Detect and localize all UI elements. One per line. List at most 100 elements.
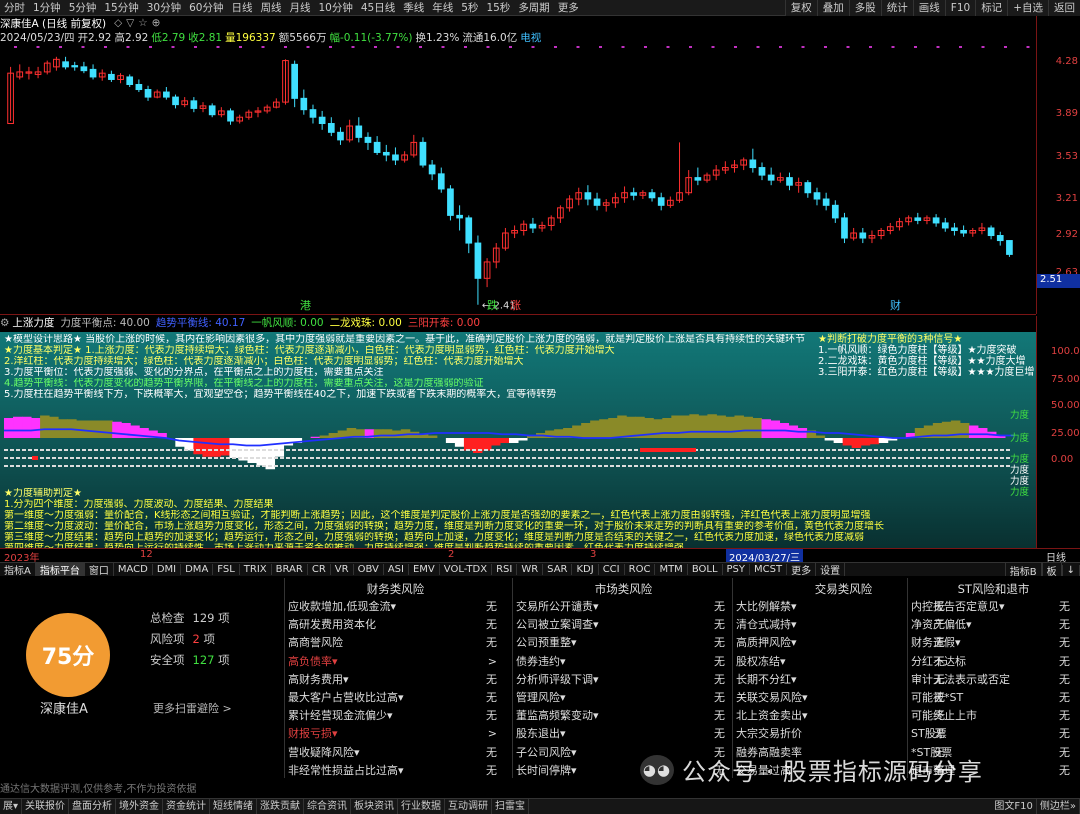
risk-row[interactable]: 内控报告否定意见▾ 无 — [911, 598, 1076, 616]
period-tab[interactable]: 10分钟 — [315, 0, 357, 15]
risk-row[interactable]: 非经常性损益占比过高▾ 无 — [288, 762, 503, 780]
status-item[interactable]: 盘面分析 — [69, 799, 117, 814]
star-icon[interactable]: ☆ — [138, 17, 147, 29]
status-right-item[interactable]: 图文F10 — [991, 799, 1037, 814]
status-right-item[interactable]: 侧边栏» — [1037, 799, 1080, 814]
diamond-icon[interactable]: ◇ — [114, 17, 122, 29]
event-tag[interactable]: 财 — [890, 298, 901, 312]
indicator-tab[interactable]: MACD — [114, 564, 153, 575]
period-tab[interactable]: 15分钟 — [100, 0, 142, 15]
risk-row[interactable]: 净资产偏低▾ 无 — [911, 616, 1076, 634]
event-tag[interactable]: 港 — [300, 299, 311, 312]
indicator-tab[interactable]: FSL — [213, 564, 240, 575]
indicator-tab[interactable]: DMI — [153, 564, 182, 575]
status-item[interactable]: 展▾ — [0, 799, 23, 814]
toolbar-button[interactable]: F10 — [944, 0, 975, 16]
risk-row[interactable]: ST股票 无 — [911, 725, 1076, 743]
status-item[interactable]: 资金统计 — [163, 799, 211, 814]
indicator-tab[interactable]: OBV — [354, 564, 384, 575]
indicator-tab[interactable]: DMA — [181, 564, 214, 575]
period-tab[interactable]: 季线 — [399, 0, 428, 15]
status-item[interactable]: 短线情绪 — [210, 799, 258, 814]
indicator-tab[interactable]: SAR — [543, 564, 573, 575]
event-tag[interactable]: 涨 — [510, 299, 521, 312]
period-tab[interactable]: 日线 — [228, 0, 257, 15]
indicator-tab[interactable]: VR — [331, 564, 354, 575]
risk-row[interactable]: 最大客户占营收比过高▾ 无 — [288, 689, 503, 707]
risk-row[interactable]: 可能被*ST 无 — [911, 689, 1076, 707]
indicator-tab[interactable]: PSY — [723, 564, 751, 575]
indicator-tab[interactable]: ROC — [625, 564, 656, 575]
toolbar-button[interactable]: 统计 — [880, 0, 913, 16]
risk-row[interactable]: 董监高频繁变动▾ 无 — [516, 707, 731, 725]
risk-row[interactable]: 高负债率▾ > — [288, 653, 503, 671]
toolbar-button[interactable]: +自选 — [1007, 0, 1048, 16]
period-tab[interactable]: 多周期 — [514, 0, 554, 15]
risk-row[interactable]: 高商誉风险 无 — [288, 634, 503, 652]
status-item[interactable]: 互动调研 — [445, 799, 493, 814]
indicator-tab[interactable]: 指标A — [0, 563, 36, 576]
period-tab[interactable]: 5分钟 — [65, 0, 101, 15]
status-item[interactable]: 行业数据 — [398, 799, 446, 814]
period-tab[interactable]: 年线 — [428, 0, 457, 15]
indicator-tab[interactable]: TRIX — [240, 564, 272, 575]
period-tab[interactable]: 45日线 — [357, 0, 399, 15]
risk-row[interactable]: 高研发费用资本化 无 — [288, 616, 503, 634]
period-tab[interactable]: 月线 — [286, 0, 315, 15]
indicator-tab[interactable]: WR — [517, 564, 544, 575]
risk-row[interactable]: 股东退出▾ 无 — [516, 725, 731, 743]
toolbar-button[interactable]: 多股 — [848, 0, 881, 16]
indicator-tab[interactable]: EMV — [409, 564, 440, 575]
toolbar-button[interactable]: 返回 — [1048, 0, 1080, 16]
period-tab[interactable]: 60分钟 — [185, 0, 227, 15]
risk-row[interactable]: 公司预重整▾ 无 — [516, 634, 731, 652]
risk-row[interactable]: 财报亏损▾ > — [288, 725, 503, 743]
risk-row[interactable]: 累计经营现金流偏少▾ 无 — [288, 707, 503, 725]
status-item[interactable]: 境外资金 — [116, 799, 164, 814]
candlestick-chart[interactable]: ← 2.41港跌涨财 — [0, 44, 1036, 312]
period-tab[interactable]: 分时 — [0, 0, 29, 15]
triangle-down-icon[interactable]: ▽ — [126, 17, 134, 29]
indicator-tab[interactable]: VOL-TDX — [440, 564, 493, 575]
indicator-tab[interactable]: BRAR — [272, 564, 308, 575]
indicator-name[interactable]: 上涨力度 — [12, 315, 54, 330]
status-item[interactable]: 关联报价 — [22, 799, 70, 814]
period-tab[interactable]: 15秒 — [482, 0, 514, 15]
period-tab[interactable]: 1分钟 — [29, 0, 65, 15]
indicator-tab-right[interactable]: 指标B — [1004, 563, 1042, 576]
toolbar-button[interactable]: 标记 — [975, 0, 1007, 16]
risk-row[interactable]: 公司被立案调查▾ 无 — [516, 616, 731, 634]
status-item[interactable]: 综合资讯 — [304, 799, 352, 814]
period-tab[interactable]: 5秒 — [457, 0, 482, 15]
indicator-tab[interactable]: CCI — [599, 564, 625, 575]
toolbar-button[interactable]: 画线 — [912, 0, 945, 16]
period-tab[interactable]: 更多 — [554, 0, 583, 15]
risk-row[interactable]: 审计无法表示或否定 无 — [911, 671, 1076, 689]
indicator-tab[interactable]: 设置 — [816, 563, 846, 576]
indicator-tab-right[interactable]: ↓ — [1061, 565, 1080, 576]
toolbar-button[interactable]: 叠加 — [816, 0, 849, 16]
indicator-tab[interactable]: 指标平台 — [35, 563, 85, 576]
risk-row[interactable]: 债券违约▾ 无 — [516, 653, 731, 671]
period-tab[interactable]: 30分钟 — [143, 0, 185, 15]
status-item[interactable]: 涨跌贡献 — [257, 799, 305, 814]
indicator-tab[interactable]: BOLL — [688, 564, 723, 575]
indicator-tab[interactable]: 更多 — [787, 563, 817, 576]
indicator-tab[interactable]: MCST — [750, 564, 788, 575]
risk-row[interactable]: 营收疑降风险▾ 无 — [288, 744, 503, 762]
add-circle-icon[interactable]: ⊕ — [152, 17, 161, 29]
indicator-tab[interactable]: 窗口 — [85, 563, 114, 576]
more-scan-link[interactable]: 更多扫雷避险 > — [153, 700, 232, 716]
risk-row[interactable]: 高财务费用▾ 无 — [288, 671, 503, 689]
period-tab[interactable]: 周线 — [257, 0, 286, 15]
event-tag[interactable]: 跌 — [487, 298, 498, 312]
risk-row[interactable]: 分红不达标 无 — [911, 653, 1076, 671]
risk-row[interactable]: 分析师评级下调▾ 无 — [516, 671, 731, 689]
risk-row[interactable]: 应收款增加,低现金流▾ 无 — [288, 598, 503, 616]
risk-row[interactable]: 财务造假▾ 无 — [911, 634, 1076, 652]
indicator-tab[interactable]: MTM — [655, 564, 688, 575]
risk-row[interactable]: 交易所公开谴责▾ 无 — [516, 598, 731, 616]
indicator-tab[interactable]: ASI — [384, 564, 409, 575]
indicator-tab-right[interactable]: 板 — [1041, 563, 1062, 576]
toolbar-button[interactable]: 复权 — [784, 0, 817, 16]
